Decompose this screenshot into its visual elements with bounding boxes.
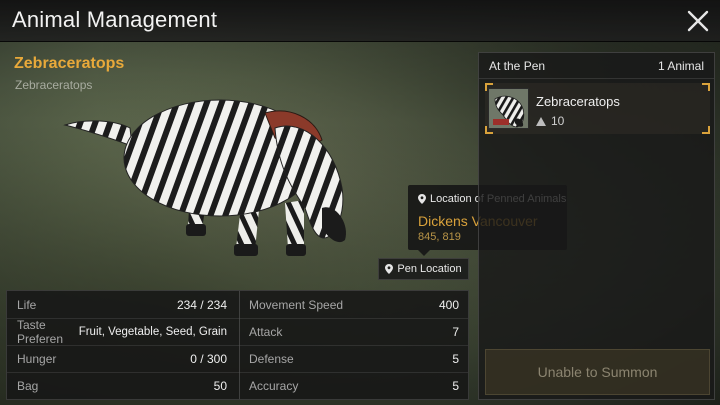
stat-label: Defense: [249, 351, 294, 366]
stat-bag: Bag 50: [17, 372, 227, 399]
pen-panel: At the Pen 1 Animal Zebraceratops 10 Una…: [478, 52, 715, 400]
stat-hunger: Hunger 0 / 300: [17, 345, 227, 372]
tooltip-tail: [418, 250, 430, 256]
stat-taste-preference: Taste Preferen Fruit, Vegetable, Seed, G…: [17, 317, 227, 346]
animal-thumbnail: [488, 88, 529, 129]
pen-header: At the Pen 1 Animal: [479, 53, 714, 79]
location-pin-icon: [418, 194, 426, 204]
selection-corner: [702, 126, 710, 134]
summon-button[interactable]: Unable to Summon: [485, 349, 710, 395]
stat-label: Movement Speed: [249, 297, 344, 312]
stat-value: 400: [438, 297, 459, 312]
pen-animal-level: 10: [551, 114, 565, 128]
stat-accuracy: Accuracy 5: [249, 372, 459, 399]
stat-movement-speed: Movement Speed 400: [249, 291, 459, 318]
level-triangle-icon: [536, 116, 546, 126]
location-pin-icon: [385, 264, 394, 274]
stat-value: Fruit, Vegetable, Seed, Grain: [78, 325, 227, 338]
window-title: Animal Management: [12, 7, 218, 32]
stat-label: Taste Preferen: [17, 317, 64, 346]
tooltip-coordinates: 845, 819: [418, 231, 461, 243]
zebraceratops-portrait-icon: [489, 89, 528, 128]
stat-attack: Attack 7: [249, 318, 459, 345]
stat-label: Hunger: [17, 351, 57, 366]
close-button[interactable]: [682, 5, 714, 37]
title-bar: Animal Management: [0, 0, 720, 42]
pen-animal-name: Zebraceratops: [536, 94, 620, 109]
stat-value: 234 / 234: [176, 297, 227, 312]
pen-animal-item[interactable]: Zebraceratops 10: [485, 83, 710, 134]
stat-label: Bag: [17, 378, 39, 393]
stat-value: 7: [452, 324, 459, 339]
close-icon: [687, 10, 709, 32]
stat-value: 5: [452, 351, 459, 366]
pen-title: At the Pen: [489, 58, 546, 73]
stat-life: Life 234 / 234: [17, 291, 227, 318]
pen-count: 1 Animal: [657, 58, 704, 73]
animal-name: Zebraceratops: [14, 55, 125, 72]
pen-animal-level-row: 10: [536, 114, 564, 128]
stat-defense: Defense 5: [249, 345, 459, 372]
stat-label: Life: [17, 297, 37, 312]
stat-value: 5: [452, 378, 459, 393]
stats-panel: Life 234 / 234 Taste Preferen Fruit, Veg…: [6, 290, 469, 400]
pen-location-label: Pen Location: [397, 263, 462, 275]
animal-model: [63, 99, 346, 256]
stat-value: 0 / 300: [190, 351, 227, 366]
stat-value: 50: [213, 378, 227, 393]
pen-location-button[interactable]: Pen Location: [378, 258, 469, 280]
selection-corner: [702, 83, 710, 91]
summon-button-label: Unable to Summon: [537, 364, 658, 380]
stat-label: Attack: [249, 324, 283, 339]
stat-label: Accuracy: [249, 378, 299, 393]
